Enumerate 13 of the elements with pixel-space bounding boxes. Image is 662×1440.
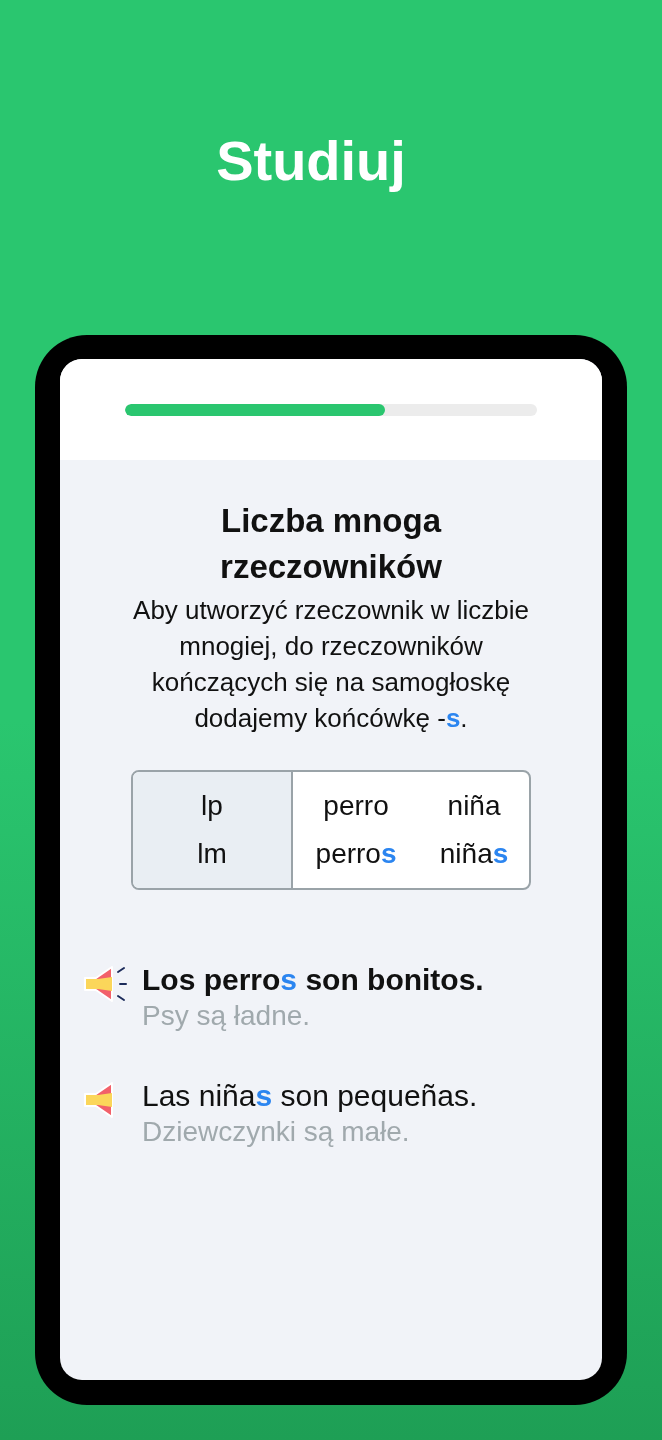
table-cell: lp xyxy=(133,772,293,830)
lesson-text: Aby utworzyć rzeczownik w liczbie mnogiej, do rzeczowników kończących się na samogłoskę dodajemy końcówkę -s. xyxy=(132,594,530,735)
table-cell-text: niña xyxy=(446,789,502,823)
lesson-heading: Liczba mnoga rzeczowników xyxy=(219,501,443,587)
table-cell-text: perros xyxy=(314,837,398,871)
example-sentence: Las niñas son pequeñas. xyxy=(142,1078,478,1114)
example-sentence: Los perros son bonitos. xyxy=(142,962,484,998)
translation-text: Dziewczynki są małe. xyxy=(142,1115,411,1149)
screen-title: Studiuj xyxy=(216,128,406,194)
table-cell-text: niñas xyxy=(438,837,510,871)
table-cell-text: perro xyxy=(322,789,390,823)
translation-text: Psy są ładne. xyxy=(142,999,312,1033)
table-cell: lm xyxy=(133,830,293,888)
